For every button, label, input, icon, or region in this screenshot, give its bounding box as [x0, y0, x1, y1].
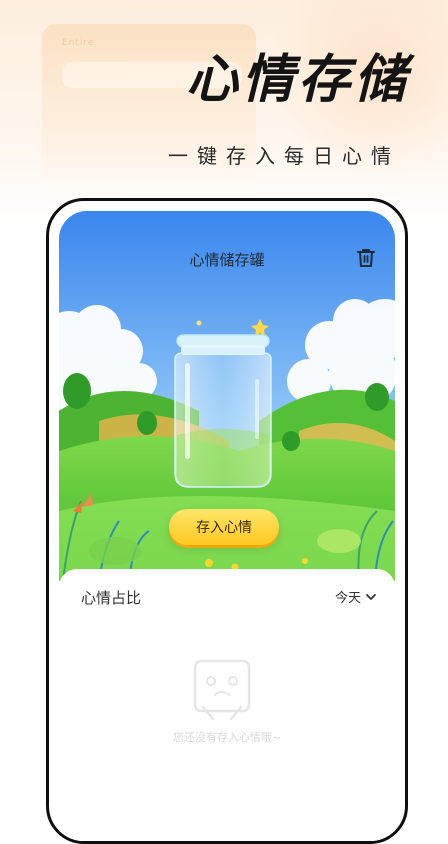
- mood-ratio-panel: 心情占比 今天 您还没有存入心情哦~: [59, 569, 395, 841]
- save-mood-button[interactable]: 存入心情: [169, 509, 279, 545]
- promo-headline: 心情存储: [185, 50, 410, 110]
- empty-box-face-icon: [193, 659, 251, 721]
- phone-frame: 心情储存罐 存入心情 心情占比 今天 您还没有存入心情哦~: [46, 198, 408, 844]
- panel-title: 心情占比: [81, 589, 142, 607]
- app-title: 心情储存罐: [189, 251, 265, 269]
- promo-subline: 一键存入每日心情: [168, 144, 400, 168]
- trash-icon[interactable]: [355, 247, 377, 269]
- period-dropdown[interactable]: 今天: [335, 587, 377, 606]
- chevron-down-icon: [366, 593, 376, 600]
- folder-tag: Entire: [62, 38, 95, 48]
- period-label: 今天: [334, 591, 361, 606]
- empty-state-text: 您还没有存入心情哦~: [172, 731, 282, 744]
- app-screen: 心情储存罐 存入心情 心情占比 今天 您还没有存入心情哦~: [59, 211, 395, 841]
